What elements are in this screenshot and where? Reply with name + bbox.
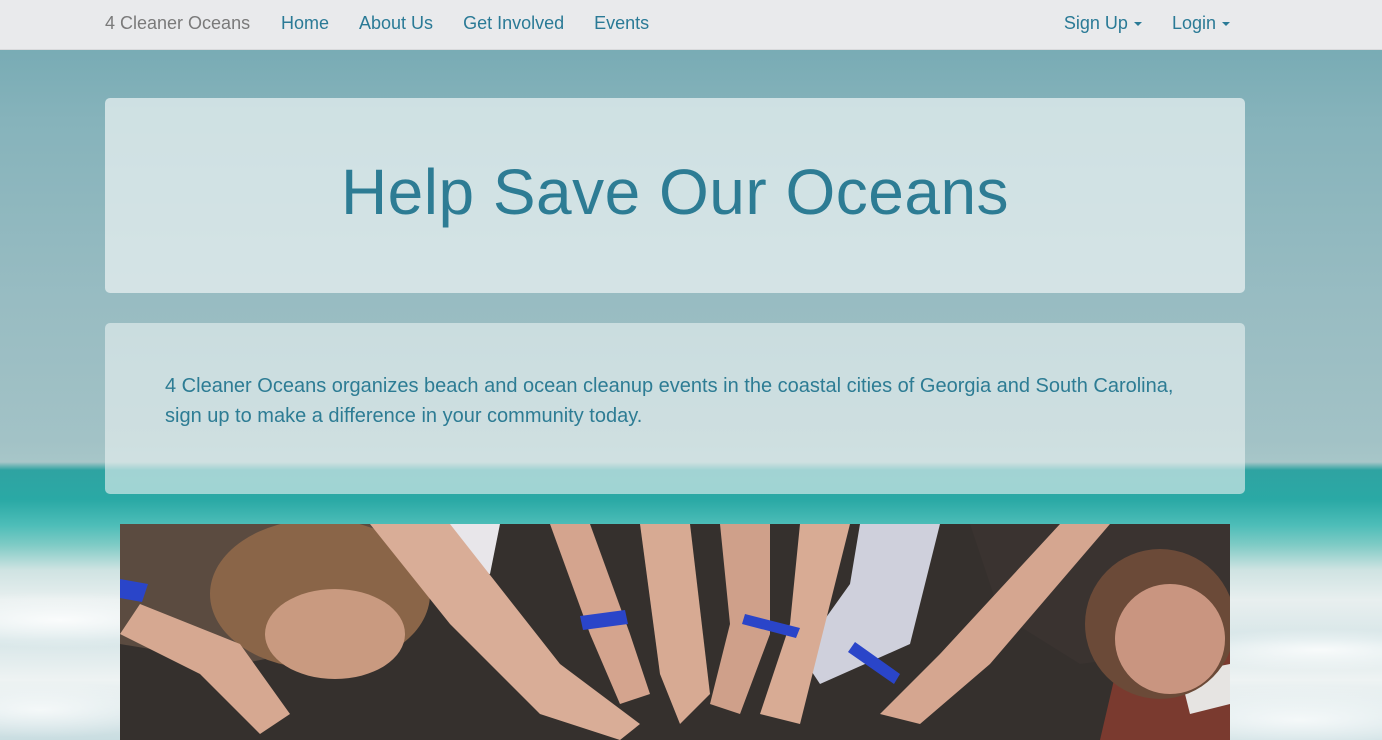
login-label: Login	[1171, 13, 1216, 33]
intro-panel: 4 Cleaner Oceans organizes beach and oce…	[105, 323, 1245, 494]
nav-about-link[interactable]: About Us	[359, 13, 433, 34]
caret-down-icon	[1222, 22, 1230, 27]
brand-link[interactable]: 4 Cleaner Oceans	[105, 13, 250, 34]
navbar: 4 Cleaner Oceans Home About Us Get Invol…	[0, 0, 1382, 50]
login-dropdown[interactable]: Login	[1172, 13, 1230, 34]
nav-left: Home About Us Get Involved Events	[281, 13, 649, 34]
intro-text: 4 Cleaner Oceans organizes beach and oce…	[165, 375, 1174, 427]
volunteers-photo	[120, 524, 1230, 740]
signup-label: Sign Up	[1063, 13, 1128, 33]
hero-panel: Help Save Our Oceans	[105, 98, 1245, 293]
nav-get-involved-link[interactable]: Get Involved	[463, 13, 564, 34]
signup-dropdown[interactable]: Sign Up	[1064, 13, 1142, 34]
caret-down-icon	[1133, 22, 1142, 27]
nav-home-link[interactable]: Home	[281, 13, 329, 34]
nav-events-link[interactable]: Events	[594, 13, 649, 34]
hero-title: Help Save Our Oceans	[340, 156, 1010, 228]
nav-right: Sign Up Login	[1064, 13, 1230, 34]
volunteers-hands-image	[120, 524, 1230, 740]
